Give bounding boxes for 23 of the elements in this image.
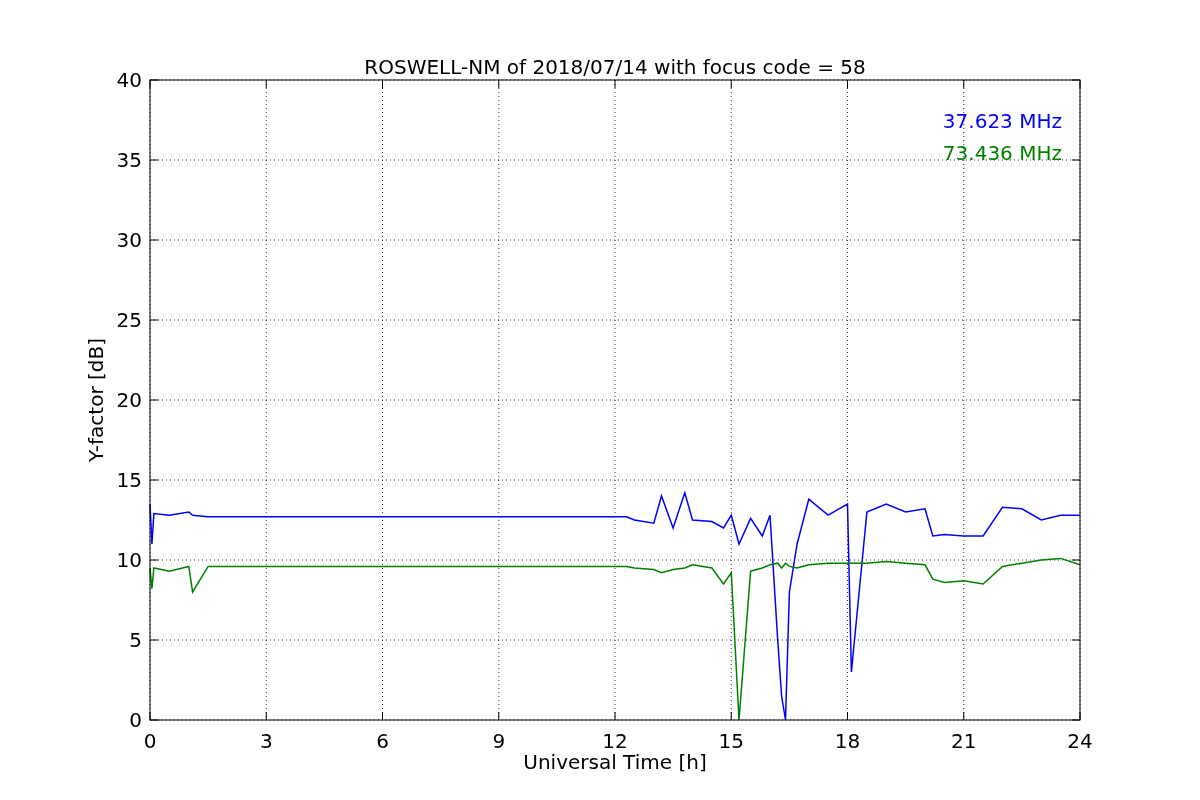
legend-label: 73.436 MHz <box>942 141 1062 165</box>
y-tick-label: 5 <box>129 628 142 652</box>
chart-title: ROSWELL-NM of 2018/07/14 with focus code = 58 <box>364 55 866 79</box>
x-tick-label: 18 <box>834 729 861 753</box>
y-tick-label: 35 <box>116 148 142 172</box>
x-axis-label: Universal Time [h] <box>523 750 707 774</box>
x-tick-label: 6 <box>376 729 389 753</box>
y-tick-label: 0 <box>129 708 142 732</box>
x-tick-label: 15 <box>718 729 744 753</box>
x-tick-label: 12 <box>602 729 628 753</box>
x-tick-label: 0 <box>143 729 157 753</box>
y-axis-label: Y-factor [dB] <box>84 338 108 462</box>
legend-label: 37.623 MHz <box>942 109 1062 133</box>
x-tick-label: 3 <box>259 729 273 753</box>
y-tick-label: 20 <box>116 388 142 412</box>
x-tick-label: 24 <box>1067 729 1093 753</box>
y-tick-label: 25 <box>116 308 142 332</box>
x-tick-label: 21 <box>951 729 977 753</box>
y-tick-label: 10 <box>116 548 142 572</box>
x-tick-label: 9 <box>492 729 506 753</box>
y-tick-label: 15 <box>116 468 142 492</box>
y-tick-label: 40 <box>116 68 142 92</box>
y-tick-label: 30 <box>116 228 142 252</box>
